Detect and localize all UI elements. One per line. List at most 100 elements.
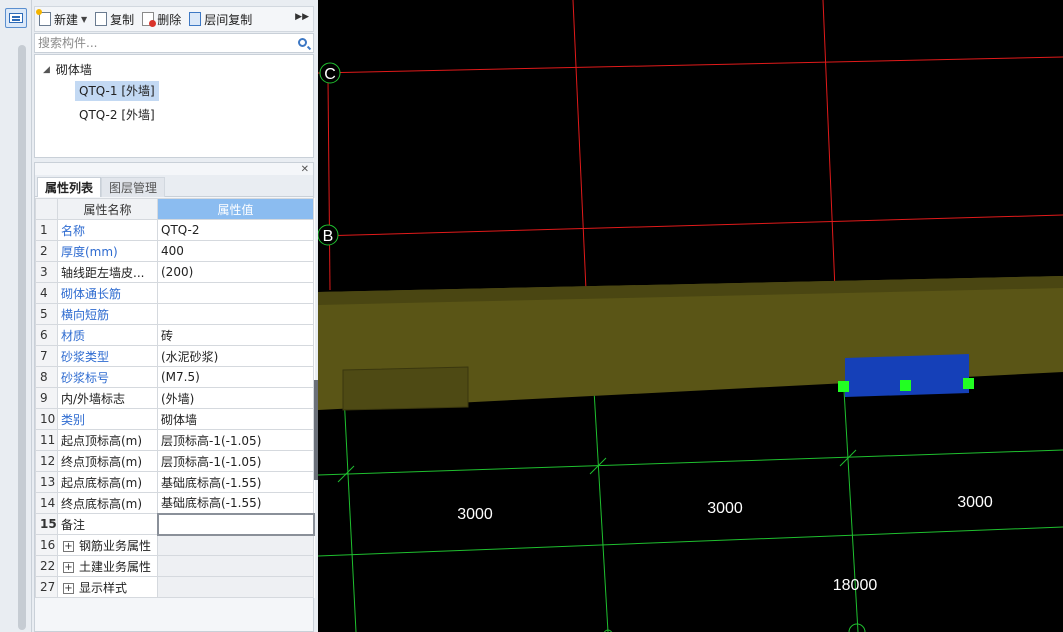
property-name: 厚度(mm): [57, 240, 158, 262]
axis-label-c: C: [324, 66, 336, 83]
delete-button[interactable]: 删除: [142, 11, 181, 28]
grid-line-vertical: [343, 394, 357, 632]
row-number: 3: [35, 261, 58, 283]
table-row[interactable]: 12 终点顶标高(m) 层顶标高-1(-1.05): [35, 450, 314, 472]
property-value[interactable]: (水泥砂浆): [157, 345, 314, 367]
new-button[interactable]: 新建 ▼: [36, 9, 87, 28]
list-icon: [9, 13, 23, 23]
property-name: 材质: [57, 324, 158, 346]
dimension-label: 3000: [457, 506, 493, 523]
expand-icon[interactable]: +: [63, 561, 74, 573]
expand-icon[interactable]: +: [63, 582, 74, 594]
property-value[interactable]: 基础底标高(-1.55): [157, 492, 314, 514]
table-row[interactable]: 13 起点底标高(m) 基础底标高(-1.55): [35, 471, 314, 493]
property-value[interactable]: 基础底标高(-1.55): [157, 471, 314, 493]
property-table: 属性名称 属性值 1 名称 QTQ-2 2 厚度(mm) 400 3 轴线距左墙皮...(…: [35, 198, 315, 598]
toolbar-overflow-icon[interactable]: ▶▶: [295, 12, 309, 22]
group-label: 土建业务属性: [79, 559, 152, 574]
new-label: 新建: [54, 12, 79, 27]
property-name: 终点顶标高(m): [57, 450, 158, 472]
table-row[interactable]: 3 轴线距左墙皮... (200): [35, 261, 314, 283]
remark-input[interactable]: [156, 512, 315, 536]
row-number: 2: [35, 240, 58, 262]
table-row[interactable]: 2 厚度(mm) 400: [35, 240, 314, 262]
table-row[interactable]: 15 备注: [35, 512, 315, 536]
property-value[interactable]: 400: [157, 240, 314, 262]
property-value[interactable]: [157, 282, 314, 304]
property-value[interactable]: 层顶标高-1(-1.05): [157, 429, 314, 451]
table-row[interactable]: 6 材质砖: [35, 324, 314, 346]
copy-icon: [95, 12, 108, 26]
row-number: 7: [35, 345, 58, 367]
floor-copy-icon: [189, 12, 202, 26]
tree-root-masonry-wall[interactable]: ◢ 砌体墙: [43, 61, 92, 78]
property-value[interactable]: QTQ-2: [157, 219, 314, 241]
component-tree: ◢ 砌体墙 QTQ-1 [外墙] QTQ-2 [外墙]: [34, 54, 314, 158]
row-number: 4: [35, 282, 58, 304]
group-row-display[interactable]: 27 + 显示样式: [35, 576, 314, 598]
row-number: 13: [35, 471, 58, 493]
row-number: 14: [35, 492, 58, 514]
copy-button[interactable]: 复制: [95, 11, 134, 28]
component-list-toggle-button[interactable]: [5, 8, 27, 28]
floor-copy-button[interactable]: 层间复制: [189, 11, 252, 28]
property-name: 起点底标高(m): [57, 471, 158, 493]
dimension-line-2: [317, 526, 1063, 557]
group-name: + 土建业务属性: [57, 555, 158, 577]
property-value[interactable]: (200): [157, 261, 314, 283]
expand-icon[interactable]: +: [63, 540, 74, 552]
property-tabs: 属性列表 图层管理: [35, 175, 313, 197]
grid-line-vertical: [843, 389, 859, 632]
grip-handle-mid[interactable]: [900, 380, 911, 391]
cad-canvas[interactable]: C B 3000 3000 3000 18000: [317, 0, 1063, 632]
component-panel: 新建 ▼ 复制 删除 层间复制 ▶▶ ◢ 砌体墙 QTQ-1 [外墙] QTQ-…: [32, 0, 318, 632]
group-row-rebar[interactable]: 16 + 钢筋业务属性: [35, 534, 314, 556]
row-number: 6: [35, 324, 58, 346]
grip-handle-start[interactable]: [838, 381, 849, 392]
tab-property-list[interactable]: 属性列表: [37, 177, 102, 197]
strip-scrollbar[interactable]: [18, 45, 26, 630]
header-property-name: 属性名称: [57, 198, 158, 220]
property-value[interactable]: (外墙): [157, 387, 314, 409]
search-icon[interactable]: [298, 38, 307, 47]
table-row[interactable]: 14 终点底标高(m) 基础底标高(-1.55): [35, 492, 314, 514]
property-name: 终点底标高(m): [57, 492, 158, 514]
tree-collapse-icon[interactable]: ◢: [43, 65, 50, 75]
group-value: [157, 555, 314, 577]
property-value[interactable]: 层顶标高-1(-1.05): [157, 450, 314, 472]
table-row[interactable]: 5 横向短筋: [35, 303, 314, 325]
axis-line-vertical: [822, 0, 836, 291]
dimension-line-1: [317, 449, 1063, 476]
group-name: + 钢筋业务属性: [57, 534, 158, 556]
total-dimension-label: 18000: [833, 577, 878, 594]
tab-layer-management[interactable]: 图层管理: [101, 177, 166, 197]
close-icon[interactable]: ✕: [301, 164, 309, 175]
property-value[interactable]: [157, 303, 314, 325]
table-row[interactable]: 9 内/外墙标志 (外墙): [35, 387, 314, 409]
property-value[interactable]: (M7.5): [157, 366, 314, 388]
component-search: [34, 33, 314, 53]
table-row[interactable]: 4 砌体通长筋: [35, 282, 314, 304]
table-row[interactable]: 10 类别 砌体墙: [35, 408, 314, 430]
chevron-down-icon[interactable]: ▼: [81, 15, 87, 24]
property-name: 砌体通长筋: [57, 282, 158, 304]
tree-item-qtq-2[interactable]: QTQ-2 [外墙]: [75, 105, 159, 125]
axis-line-c: [317, 56, 1063, 74]
row-number: 12: [35, 450, 58, 472]
row-number: 11: [35, 429, 58, 451]
group-value: [157, 576, 314, 598]
property-value[interactable]: 砌体墙: [157, 408, 314, 430]
table-row[interactable]: 7 砂浆类型 (水泥砂浆): [35, 345, 314, 367]
table-row[interactable]: 11 起点顶标高(m) 层顶标高-1(-1.05): [35, 429, 314, 451]
tree-item-qtq-1[interactable]: QTQ-1 [外墙]: [75, 81, 159, 101]
copy-label: 复制: [110, 12, 135, 27]
component-toolbar: 新建 ▼ 复制 删除 层间复制 ▶▶: [34, 6, 314, 32]
property-header-row: 属性名称 属性值: [35, 198, 314, 220]
table-row[interactable]: 1 名称 QTQ-2: [35, 219, 314, 241]
group-row-civil[interactable]: 22 + 土建业务属性: [35, 555, 314, 577]
property-value[interactable]: 砖: [157, 324, 314, 346]
table-row[interactable]: 8 砂浆标号 (M7.5): [35, 366, 314, 388]
grip-handle-end[interactable]: [963, 378, 974, 389]
search-input[interactable]: [35, 34, 290, 52]
drawing-viewport[interactable]: C B 3000 3000 3000 18000: [317, 0, 1063, 632]
